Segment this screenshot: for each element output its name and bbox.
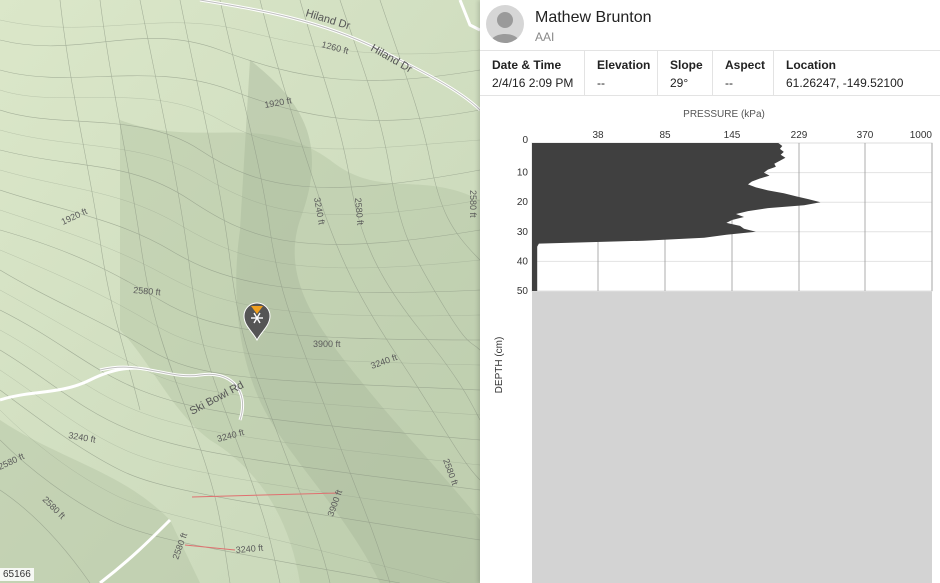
observation-meta: Date & Time 2/4/16 2:09 PM Elevation -- … [480, 50, 940, 96]
map-canvas[interactable]: Hiland Dr Hiland Dr Ski Bowl Rd 1260 ft … [0, 0, 480, 583]
no-data-region [532, 291, 932, 583]
contour-label: 2580 ft [468, 190, 478, 218]
y-tick-label: 40 [517, 256, 529, 267]
meta-label: Aspect [725, 58, 766, 72]
topo-map[interactable]: Hiland Dr Hiland Dr Ski Bowl Rd 1260 ft … [0, 0, 480, 583]
y-axis-ticks: 0 10 20 30 40 50 [517, 135, 529, 297]
meta-value: 61.26247, -149.52100 [786, 76, 904, 90]
contour-label: 3900 ft [313, 339, 341, 349]
observer-name[interactable]: Mathew Brunton [535, 9, 652, 27]
x-tick-label: 85 [659, 130, 671, 141]
meta-value: 2/4/16 2:09 PM [492, 76, 574, 90]
y-tick-label: 50 [517, 286, 529, 297]
meta-value: -- [725, 76, 733, 90]
x-tick-label: 1000 [910, 130, 933, 141]
x-tick-label: 145 [724, 130, 741, 141]
y-tick-label: 30 [517, 227, 529, 238]
x-tick-label: 38 [592, 130, 604, 141]
user-avatar-icon [490, 12, 520, 43]
y-axis-title: DEPTH (cm) [494, 337, 505, 394]
meta-label: Date & Time [492, 58, 562, 72]
observation-panel: Mathew Brunton AAI Date & Time 2/4/16 2:… [480, 0, 940, 583]
meta-label: Slope [670, 58, 703, 72]
meta-label: Location [786, 58, 836, 72]
avatar [486, 5, 524, 43]
meta-elevation: Elevation -- [585, 51, 658, 95]
x-tick-label: 370 [857, 130, 874, 141]
x-axis-ticks: 38 85 145 229 370 1000 [592, 130, 932, 141]
meta-label: Elevation [597, 58, 651, 72]
y-tick-label: 10 [517, 168, 529, 179]
y-tick-label: 0 [522, 135, 528, 146]
meta-value: -- [597, 76, 605, 90]
meta-aspect: Aspect -- [713, 51, 774, 95]
pressure-depth-chart: PRESSURE (kPa) 38 85 145 229 370 1000 0 10 20 30… [494, 109, 933, 583]
meta-location: Location 61.26247, -149.52100 [774, 51, 940, 95]
meta-slope: Slope 29° [658, 51, 713, 95]
observer-profile: Mathew Brunton AAI [480, 0, 940, 46]
y-tick-label: 20 [517, 197, 529, 208]
meta-datetime: Date & Time 2/4/16 2:09 PM [480, 51, 585, 95]
chart-title: PRESSURE (kPa) [683, 109, 765, 120]
map-scale-label: 65166 [0, 568, 34, 581]
pressure-profile-area [532, 143, 821, 291]
x-tick-label: 229 [791, 130, 808, 141]
observer-organization: AAI [535, 30, 555, 44]
meta-value: 29° [670, 76, 689, 90]
